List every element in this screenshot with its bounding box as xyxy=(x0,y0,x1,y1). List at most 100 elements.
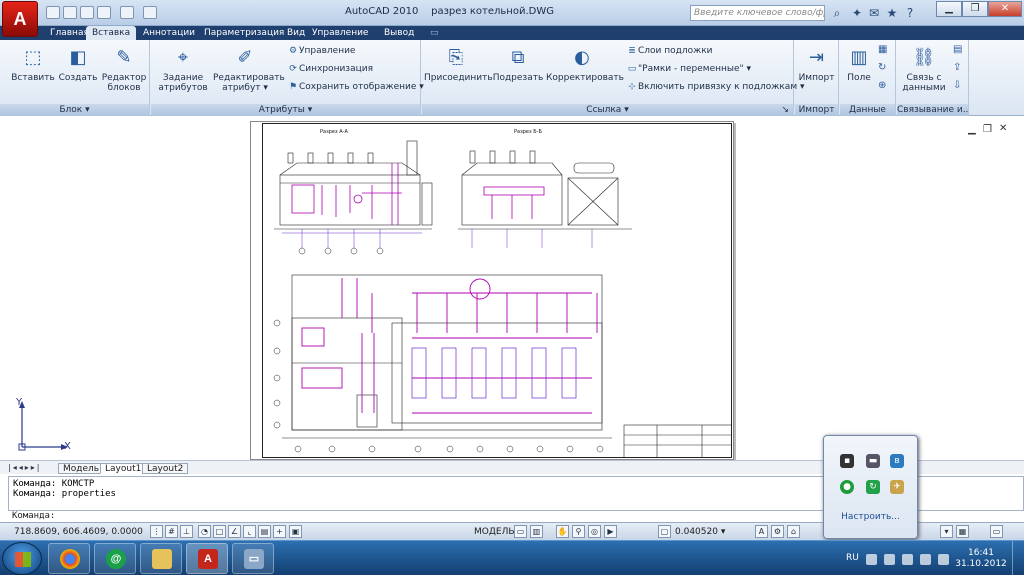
grid-toggle[interactable]: # xyxy=(165,525,178,538)
tab-manage[interactable]: Управление xyxy=(306,26,374,40)
manage-attributes-button[interactable]: ⚙ Управление xyxy=(287,45,356,57)
underlay-snap-toggle[interactable]: ⊹ Включить привязку к подложкам ▾ xyxy=(626,81,804,93)
frames-dropdown[interactable]: ▭ "Рамки - переменные" ▾ xyxy=(626,63,751,75)
viewport-minimize-icon[interactable]: ▁ xyxy=(968,124,976,135)
tab-model[interactable]: Модель xyxy=(58,463,105,474)
tray-volume-icon[interactable] xyxy=(938,554,949,565)
extract-data-icon[interactable]: ▤ xyxy=(953,44,962,55)
save-icon[interactable] xyxy=(80,6,94,19)
synchronize-button[interactable]: ⟳ Синхронизация xyxy=(287,63,373,75)
taskbar-clock[interactable]: 16:41 31.10.2012 xyxy=(955,548,1007,570)
customize-link[interactable]: Настроить... xyxy=(824,512,917,522)
minimize-button[interactable]: ▁ xyxy=(936,1,962,17)
open-file-icon[interactable] xyxy=(63,6,77,19)
quick-view-layouts-icon[interactable]: ▭ xyxy=(514,525,527,538)
tray-bluetooth-icon[interactable]: ʙ xyxy=(890,454,904,468)
tray-display-icon[interactable]: ▬ xyxy=(866,454,880,468)
communication-icon[interactable]: ✉ xyxy=(866,5,882,21)
upload-icon[interactable]: ⇪ xyxy=(953,62,961,73)
binoculars-icon[interactable]: ⌕ xyxy=(829,5,845,21)
tray-flag-icon[interactable] xyxy=(902,554,913,565)
communication-center-icon[interactable]: ▦ xyxy=(956,525,969,538)
insert-block-button[interactable]: ⬚ Вставить xyxy=(10,42,56,83)
subscription-icon[interactable]: ✦ xyxy=(849,5,865,21)
table-icon[interactable]: ▦ xyxy=(878,44,887,55)
tray-update-icon[interactable]: ↻ xyxy=(866,480,880,494)
attach-button[interactable]: ⎘ Присоединить xyxy=(424,42,493,83)
attributes-panel-title[interactable]: Атрибуты ▾ xyxy=(151,104,420,116)
showmotion-icon[interactable]: ▶ xyxy=(604,525,617,538)
layout-nav-arrows[interactable]: |◂◂▸▸| xyxy=(8,463,41,472)
favorites-icon[interactable]: ★ xyxy=(884,5,900,21)
taskbar-chrome[interactable] xyxy=(48,543,90,574)
taskbar-remote-desktop[interactable]: ▭ xyxy=(232,543,274,574)
workspace-switch-icon[interactable]: ⚙ xyxy=(771,525,784,538)
pan-icon[interactable]: ✋ xyxy=(556,525,569,538)
clean-screen-icon[interactable]: ▭ xyxy=(990,525,1003,538)
clip-button[interactable]: ⧉ Подрезать xyxy=(492,42,544,83)
restore-button[interactable]: ❐ xyxy=(962,1,988,17)
ribbon-toggle-icon[interactable]: ▭ xyxy=(424,26,445,40)
ortho-toggle[interactable]: ⊥ xyxy=(180,525,193,538)
language-indicator[interactable]: RU xyxy=(846,553,859,563)
data-link-button[interactable]: ⛓ Связь с данными xyxy=(899,42,949,93)
tab-output[interactable]: Вывод xyxy=(378,26,420,40)
tray-app-icon[interactable]: ▪ xyxy=(840,454,854,468)
steering-wheel-icon[interactable]: ◎ xyxy=(588,525,601,538)
ducs-toggle[interactable]: ⌞ xyxy=(243,525,256,538)
otrack-toggle[interactable]: ∠ xyxy=(228,525,241,538)
quick-props-toggle[interactable]: ▣ xyxy=(289,525,302,538)
tray-expand-icon[interactable] xyxy=(866,554,877,565)
tray-network-status-icon[interactable] xyxy=(920,554,931,565)
viewport-scale-dropdown[interactable]: 0.040520 ▾ xyxy=(675,527,725,537)
hyperlink-icon[interactable]: ⊕ xyxy=(878,80,886,91)
edit-attribute-button[interactable]: ✐ Редактировать атрибут ▾ xyxy=(213,42,285,93)
toolbar-lock-icon[interactable]: ⌂ xyxy=(787,525,800,538)
snap-mode-toggle[interactable]: ⋮ xyxy=(150,525,163,538)
osnap-toggle[interactable]: □ xyxy=(213,525,226,538)
update-fields-icon[interactable]: ↻ xyxy=(878,62,886,73)
redo-icon[interactable] xyxy=(120,6,134,19)
lineweight-toggle[interactable]: + xyxy=(273,525,286,538)
viewport-scale-lock-icon[interactable]: ▢ xyxy=(658,525,671,538)
close-button[interactable]: ✕ xyxy=(988,1,1022,17)
import-button[interactable]: ⇥ Импорт xyxy=(795,42,838,83)
print-icon[interactable] xyxy=(143,6,157,19)
tray-network-icon[interactable]: ✈ xyxy=(890,480,904,494)
start-button[interactable] xyxy=(2,542,42,575)
new-file-icon[interactable] xyxy=(46,6,60,19)
quick-view-drawings-icon[interactable]: ▥ xyxy=(530,525,543,538)
taskbar-explorer[interactable] xyxy=(140,543,182,574)
undo-icon[interactable] xyxy=(97,6,111,19)
polar-toggle[interactable]: ◔ xyxy=(198,525,211,538)
tab-layout2[interactable]: Layout2 xyxy=(142,463,189,474)
help-icon[interactable]: ? xyxy=(902,5,918,21)
tray-antivirus-icon[interactable]: ● xyxy=(840,480,854,494)
tab-layout1[interactable]: Layout1 xyxy=(100,463,147,474)
tab-parametric[interactable]: Параметризация xyxy=(198,26,290,40)
define-attributes-button[interactable]: ⌖ Задание атрибутов xyxy=(157,42,209,93)
field-button[interactable]: ▥ Поле xyxy=(842,42,876,83)
adjust-button[interactable]: ◐ Корректировать xyxy=(546,42,624,83)
application-menu-button[interactable]: A xyxy=(2,1,38,37)
underlay-layers-button[interactable]: ≣ Слои подложки xyxy=(626,45,712,57)
annotation-scale-icon[interactable]: A xyxy=(755,525,768,538)
create-block-button[interactable]: ◧ Создать xyxy=(55,42,101,83)
block-panel-title[interactable]: Блок ▾ xyxy=(0,104,149,116)
save-display-button[interactable]: ⚑ Сохранить отображение ▾ xyxy=(287,81,424,93)
tab-annotate[interactable]: Аннотации xyxy=(137,26,201,40)
search-input[interactable]: Введите ключевое слово/фразу xyxy=(690,5,825,21)
tab-insert[interactable]: Вставка xyxy=(86,26,137,40)
viewport-close-icon[interactable]: ✕ xyxy=(999,123,1007,134)
status-menu-icon[interactable]: ▾ xyxy=(940,525,953,538)
download-icon[interactable]: ⇩ xyxy=(953,80,961,91)
dyn-toggle[interactable]: ▤ xyxy=(258,525,271,538)
reference-panel-title[interactable]: Ссылка ▾ ↘ xyxy=(422,104,793,116)
block-editor-button[interactable]: ✎ Редактор блоков xyxy=(101,42,147,93)
tray-monitor-icon[interactable] xyxy=(884,554,895,565)
model-paper-toggle[interactable]: МОДЕЛЬ xyxy=(474,527,515,537)
viewport-restore-icon[interactable]: ❐ xyxy=(983,124,992,135)
taskbar-mail-agent[interactable]: @ xyxy=(94,543,136,574)
zoom-icon[interactable]: ⚲ xyxy=(572,525,585,538)
taskbar-autocad[interactable]: A xyxy=(186,543,228,574)
